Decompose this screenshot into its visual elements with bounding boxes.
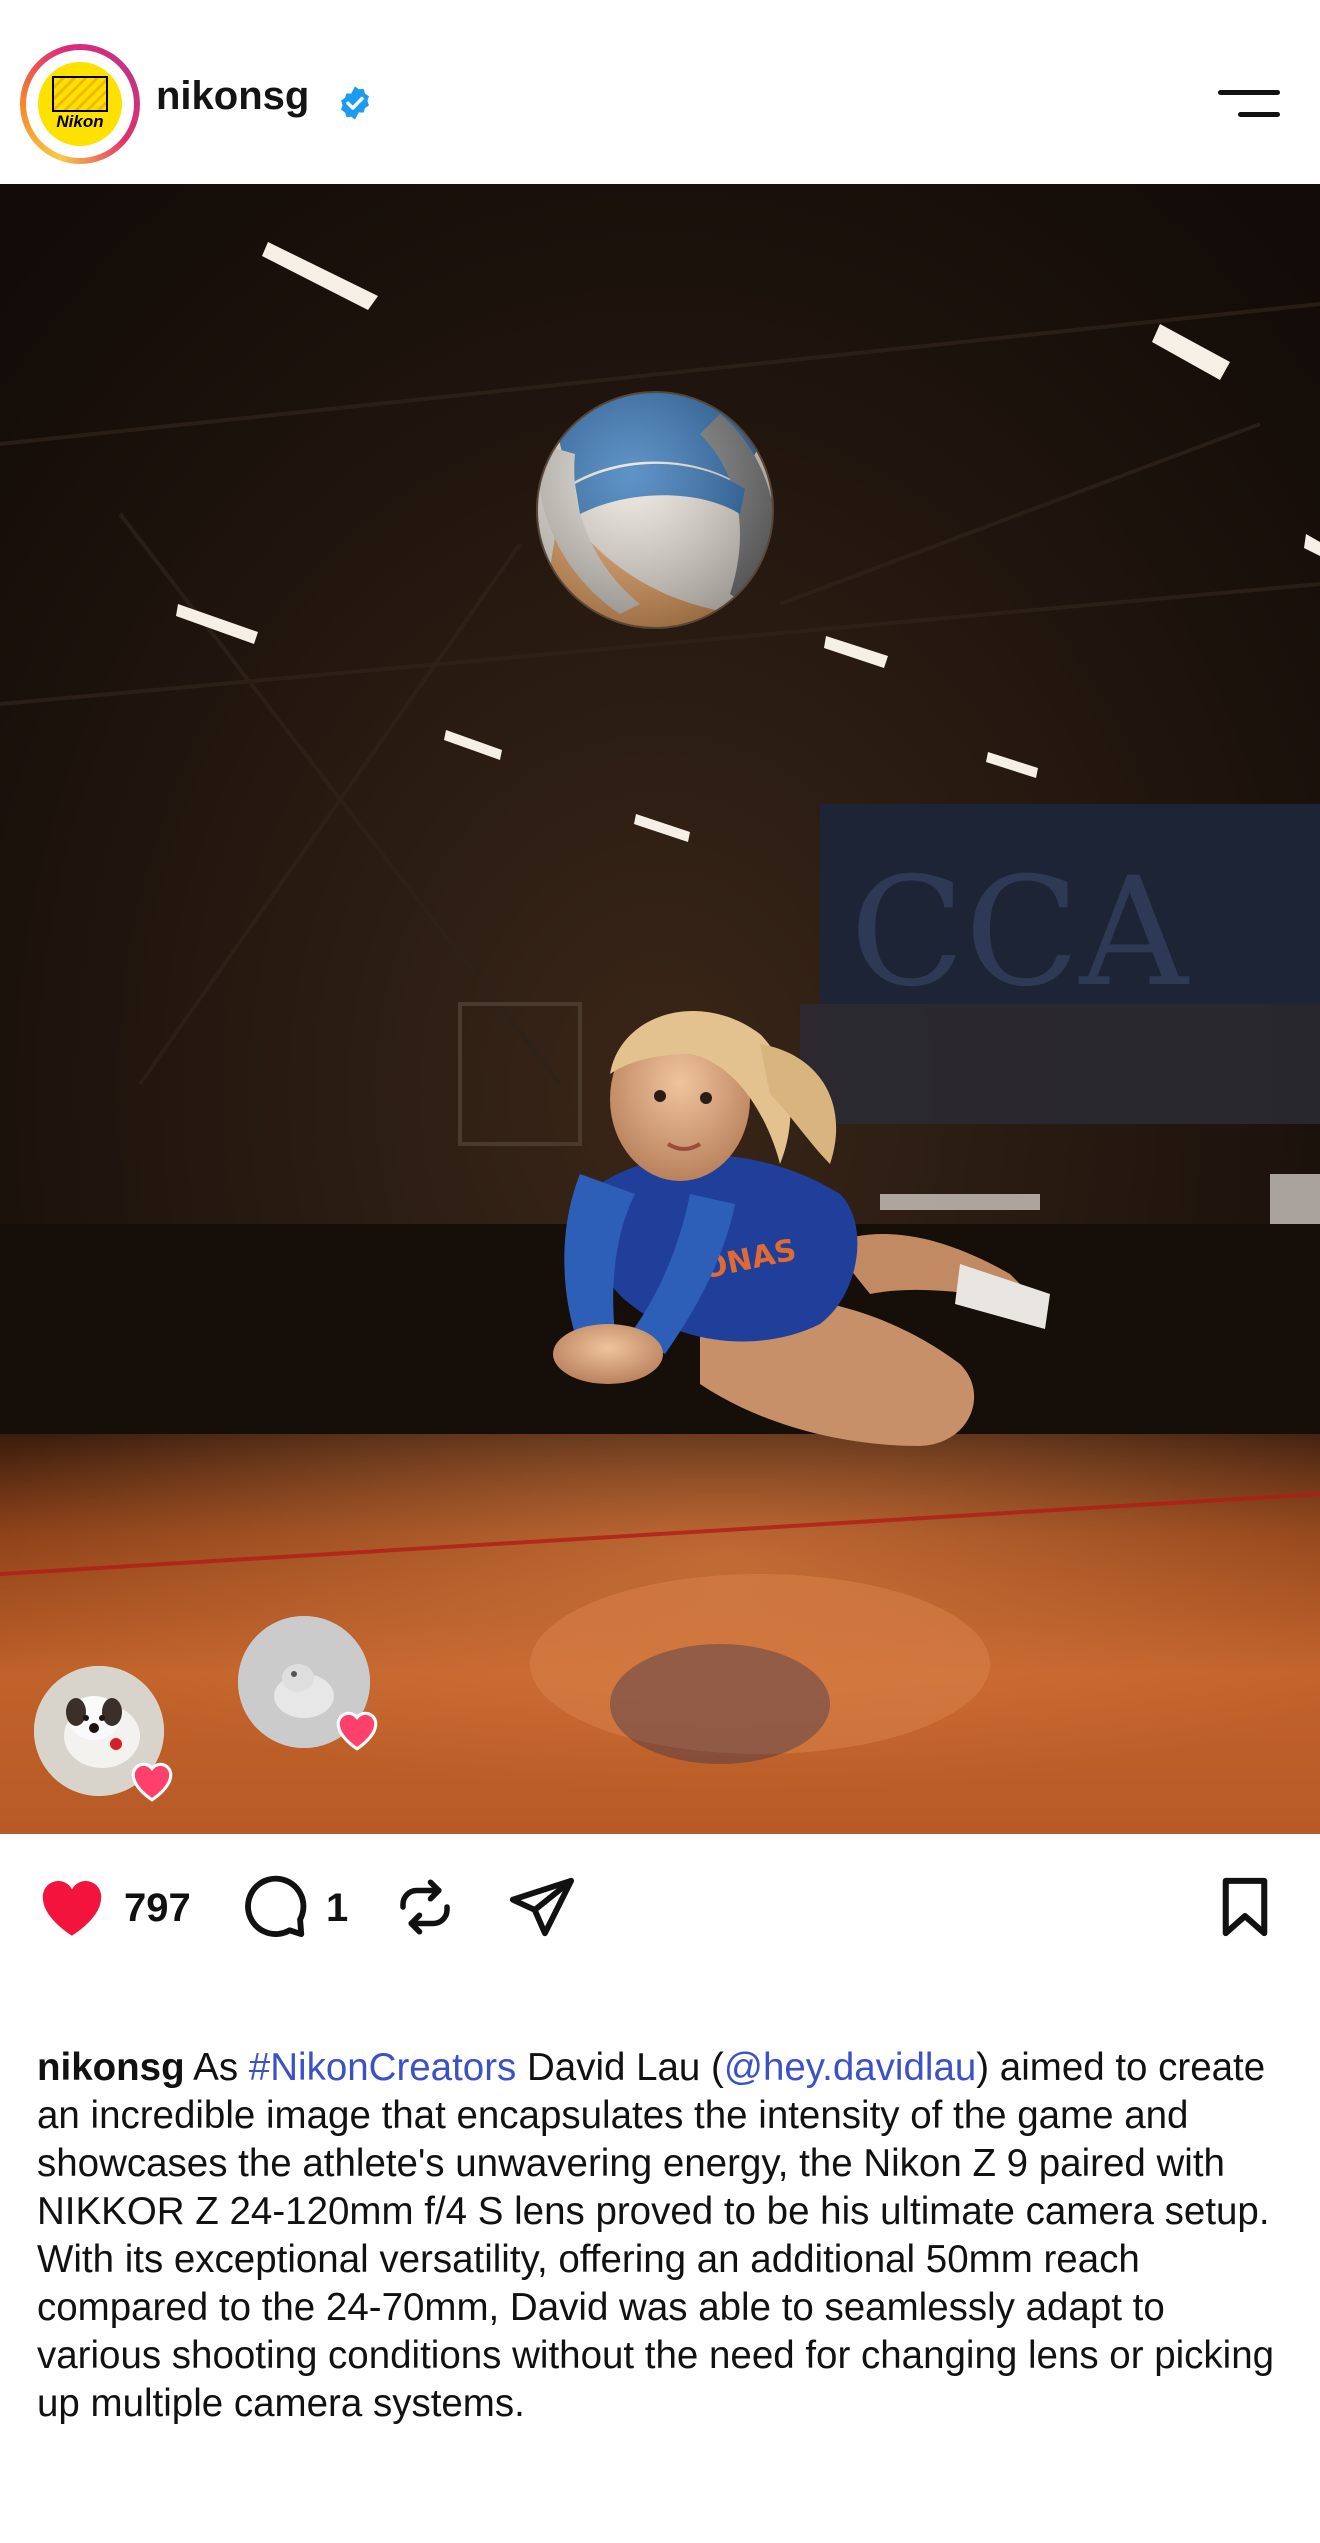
profile-avatar[interactable]: Nikon xyxy=(20,44,140,164)
share-icon[interactable] xyxy=(506,1872,578,1942)
logo-wordmark: Nikon xyxy=(56,112,104,131)
svg-text:CCA: CCA xyxy=(850,846,1190,1020)
header-username[interactable]: nikonsg xyxy=(156,76,309,116)
bookmark-icon[interactable] xyxy=(1212,1872,1278,1942)
post-photo[interactable]: CCA DONAS xyxy=(0,184,1320,1834)
caption-username[interactable]: nikonsg xyxy=(37,2046,185,2089)
liker-heart-icon xyxy=(131,1762,173,1802)
caption-hashtag[interactable]: #NikonCreators xyxy=(249,2046,516,2089)
nikon-logo: Nikon xyxy=(38,62,122,146)
menu-icon[interactable] xyxy=(1218,86,1284,126)
like-count[interactable]: 797 xyxy=(124,1888,191,1928)
liker-heart-icon xyxy=(336,1711,378,1751)
heart-icon[interactable] xyxy=(36,1874,108,1938)
caption-text: As xyxy=(184,2046,249,2089)
comment-count[interactable]: 1 xyxy=(326,1888,348,1928)
caption-text: ) aimed to create an incredible image th… xyxy=(37,2046,1275,2425)
comment-icon[interactable] xyxy=(240,1872,310,1942)
post-header: Nikon nikonsg xyxy=(0,0,1320,184)
repost-icon[interactable] xyxy=(392,1872,458,1942)
post-caption: nikonsg As #NikonCreators David Lau (@he… xyxy=(37,2044,1287,2428)
post-actions: 797 1 xyxy=(0,1834,1320,1984)
verified-badge-icon xyxy=(341,86,369,120)
caption-mention[interactable]: @hey.davidlau xyxy=(724,2046,976,2089)
volleyball-photo: CCA DONAS xyxy=(0,184,1320,1834)
caption-text: David Lau ( xyxy=(516,2046,724,2089)
